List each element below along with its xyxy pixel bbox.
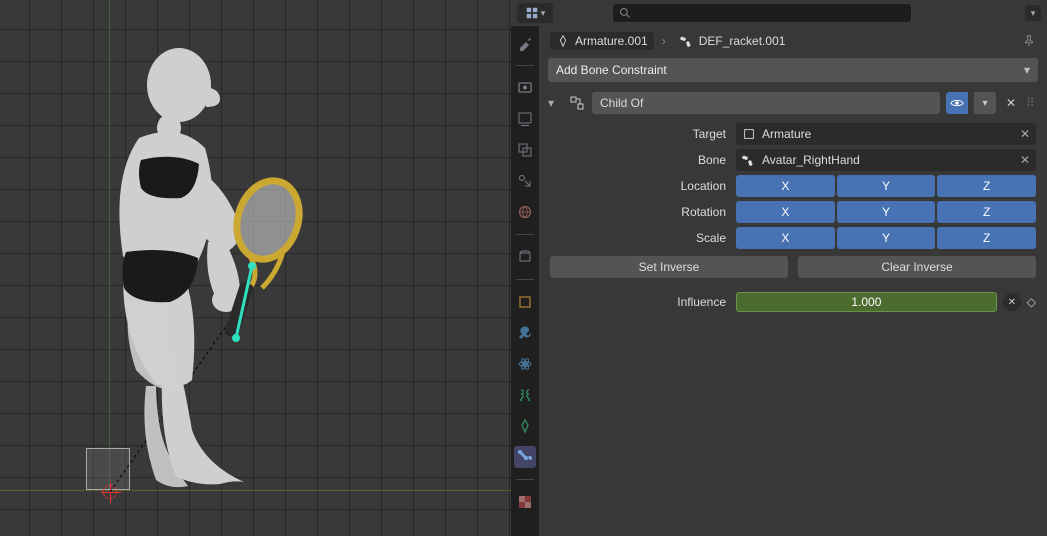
tab-armature[interactable]: [514, 415, 536, 437]
bone-icon: [742, 153, 756, 167]
search-input[interactable]: [612, 3, 912, 23]
remove-driver-button[interactable]: ✕: [1003, 293, 1021, 311]
target-label: Target: [550, 127, 730, 141]
chevron-down-icon: ▾: [1031, 8, 1036, 19]
tab-tool[interactable]: [514, 32, 536, 54]
location-label: Location: [550, 179, 730, 193]
breadcrumb-separator-icon: ›: [662, 34, 666, 48]
breadcrumb-armature-label: Armature.001: [575, 34, 648, 48]
armature-icon: [556, 34, 570, 48]
influence-value: 1.000: [851, 295, 881, 309]
constraint-header: ▾ Child Of ▾ ✕ ⠿: [544, 90, 1042, 116]
delete-constraint-button[interactable]: ✕: [1002, 96, 1020, 110]
rotation-z-toggle[interactable]: Z: [937, 201, 1036, 223]
influence-slider[interactable]: 1.000: [736, 292, 997, 312]
disclosure-toggle[interactable]: ▾: [548, 96, 562, 110]
character-figure: [84, 42, 344, 498]
drag-handle-icon[interactable]: ⠿: [1026, 96, 1038, 110]
scale-label: Scale: [550, 231, 730, 245]
constraint-body: Target Armature ✕ Bone Avatar_RightHand …: [544, 116, 1042, 316]
camera-outline[interactable]: [86, 448, 130, 490]
tab-render[interactable]: [514, 77, 536, 99]
pin-icon[interactable]: [1022, 34, 1036, 48]
tab-modifier[interactable]: [514, 322, 536, 344]
bone-value: Avatar_RightHand: [762, 153, 860, 167]
tab-object-constraint[interactable]: [514, 384, 536, 406]
location-z-toggle[interactable]: Z: [937, 175, 1036, 197]
properties-region: ▾ ▾: [511, 0, 1047, 536]
add-bone-constraint-dropdown[interactable]: Add Bone Constraint ▾: [548, 58, 1038, 82]
3d-viewport[interactable]: [0, 0, 511, 536]
mute-toggle[interactable]: [946, 92, 968, 114]
target-value: Armature: [762, 127, 811, 141]
constraint-extras-dropdown[interactable]: ▾: [974, 92, 996, 114]
rotation-x-toggle[interactable]: X: [736, 201, 835, 223]
tab-bone-constraint[interactable]: [514, 446, 536, 468]
tab-collection[interactable]: [514, 246, 536, 268]
scale-x-toggle[interactable]: X: [736, 227, 835, 249]
tab-scene[interactable]: [514, 170, 536, 192]
properties-content: Armature.001 › DEF_racket.001 Add Bone C…: [539, 26, 1047, 536]
scale-z-toggle[interactable]: Z: [937, 227, 1036, 249]
constraint-name-field[interactable]: Child Of: [592, 92, 940, 114]
bone-icon: [680, 34, 694, 48]
properties-tabs: [511, 26, 539, 536]
search-icon: [619, 7, 631, 19]
close-icon: ✕: [1008, 297, 1016, 308]
tab-output[interactable]: [514, 108, 536, 130]
eye-icon: [950, 96, 964, 110]
axis-y-line: [109, 0, 110, 491]
tab-object[interactable]: [514, 291, 536, 313]
editor-type-selector[interactable]: ▾: [517, 3, 553, 23]
bone-label: Bone: [550, 153, 730, 167]
clear-target-button[interactable]: ✕: [1020, 127, 1030, 141]
properties-icon: [525, 6, 539, 20]
chevron-down-icon: ▾: [1024, 63, 1030, 77]
properties-header: ▾ ▾: [511, 0, 1047, 26]
keyframe-button[interactable]: ◇: [1027, 295, 1036, 309]
location-x-toggle[interactable]: X: [736, 175, 835, 197]
breadcrumb: Armature.001 › DEF_racket.001: [544, 26, 1042, 56]
rotation-label: Rotation: [550, 205, 730, 219]
object-icon: [742, 127, 756, 141]
location-y-toggle[interactable]: Y: [837, 175, 936, 197]
breadcrumb-bone[interactable]: DEF_racket.001: [674, 32, 792, 50]
scale-y-toggle[interactable]: Y: [837, 227, 936, 249]
breadcrumb-bone-label: DEF_racket.001: [699, 34, 786, 48]
clear-bone-button[interactable]: ✕: [1020, 153, 1030, 167]
tab-physics[interactable]: [514, 353, 536, 375]
clear-inverse-button[interactable]: Clear Inverse: [798, 256, 1036, 278]
rotation-y-toggle[interactable]: Y: [837, 201, 936, 223]
influence-label: Influence: [550, 295, 730, 309]
3d-cursor[interactable]: [103, 485, 117, 499]
chevron-down-icon: ▾: [541, 8, 546, 19]
childof-icon: [568, 94, 586, 112]
add-constraint-label: Add Bone Constraint: [556, 63, 667, 77]
constraint-name-text: Child Of: [600, 96, 643, 110]
target-field[interactable]: Armature ✕: [736, 123, 1036, 145]
axis-x-line: [0, 490, 511, 491]
bone-field[interactable]: Avatar_RightHand ✕: [736, 149, 1036, 171]
tab-texture[interactable]: [514, 491, 536, 513]
chevron-down-icon: ▾: [982, 98, 987, 109]
options-dropdown[interactable]: ▾: [1025, 5, 1041, 21]
tab-view-layer[interactable]: [514, 139, 536, 161]
breadcrumb-armature[interactable]: Armature.001: [550, 32, 654, 50]
tab-world[interactable]: [514, 201, 536, 223]
set-inverse-button[interactable]: Set Inverse: [550, 256, 788, 278]
